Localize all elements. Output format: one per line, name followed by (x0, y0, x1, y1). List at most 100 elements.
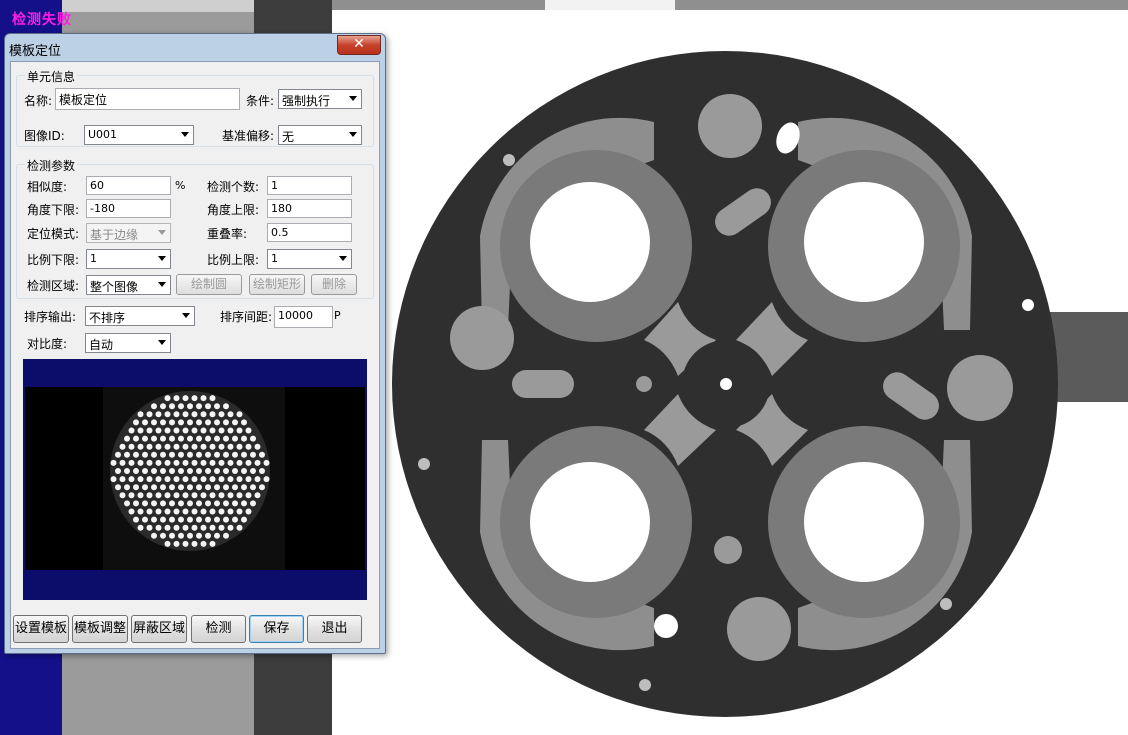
scale-min-label: 比例下限: (27, 253, 80, 267)
mode-label: 定位模式: (27, 227, 80, 241)
preview-dot (173, 411, 180, 418)
screw-4 (940, 598, 952, 610)
preview-dot (155, 492, 162, 499)
preview-dot (191, 427, 198, 434)
preview-dot (200, 459, 207, 466)
dialog-client: 单元信息 名称: 模板定位 条件: 强制执行 图像ID: U001 基准偏移: … (10, 61, 380, 649)
preview-dot (187, 500, 193, 507)
template-preview[interactable] (23, 359, 367, 600)
preview-dot (119, 443, 126, 450)
preview-dot (209, 459, 216, 466)
adjust-template-button[interactable]: 模板调整 (72, 615, 128, 643)
preview-dot (142, 451, 148, 458)
preview-dot (187, 468, 193, 474)
save-button[interactable]: 保存 (249, 615, 304, 643)
sort-select[interactable]: 不排序 (85, 306, 195, 326)
inspection-image (392, 51, 1128, 717)
preview-dot (205, 516, 211, 523)
name-field[interactable]: 模板定位 (55, 88, 240, 110)
sort-value: 不排序 (89, 311, 126, 325)
preview-dot (227, 508, 234, 515)
preview-dot (128, 476, 135, 483)
draw-rect-button[interactable]: 绘制矩形 (249, 274, 305, 295)
round-pad-top (698, 94, 762, 158)
chevron-down-icon (158, 282, 166, 287)
detect-button[interactable]: 检测 (191, 615, 246, 643)
preview-dot (241, 419, 247, 426)
preview-dot (209, 395, 216, 402)
preview-dot (245, 427, 252, 434)
mode-select: 基于边缘 (86, 223, 171, 243)
offset-select[interactable]: 无 (278, 125, 362, 145)
preview-dot (155, 459, 162, 466)
preview-dot (160, 500, 166, 507)
image-id-select[interactable]: U001 (84, 125, 194, 145)
similarity-field[interactable]: 60 (86, 176, 171, 195)
preview-dot (160, 468, 166, 474)
hole-br (804, 462, 924, 582)
dialog-titlebar[interactable]: 模板定位 ✕ (5, 34, 385, 60)
preview-dot (254, 476, 261, 483)
preview-dot (187, 516, 193, 523)
preview-dot (115, 468, 121, 474)
draw-circle-button[interactable]: 绘制圆 (176, 274, 242, 295)
preview-dot (223, 532, 229, 539)
name-label: 名称: (24, 94, 53, 108)
preview-dot (178, 451, 184, 458)
preview-dot (155, 524, 162, 531)
preview-dot (200, 427, 207, 434)
preview-dot (232, 516, 238, 523)
preview-dot (214, 468, 220, 474)
preview-dot (146, 427, 153, 434)
angle-max-field[interactable]: 180 (267, 199, 352, 218)
contrast-select[interactable]: 自动 (85, 333, 171, 353)
preview-dot (182, 427, 189, 434)
delete-button[interactable]: 删除 (311, 274, 357, 295)
region-select[interactable]: 整个图像 (86, 275, 171, 295)
preview-dot (146, 476, 153, 483)
preview-dot (196, 516, 202, 523)
preview-dot (164, 508, 171, 515)
preview-dot (205, 468, 211, 474)
sort-label: 排序输出: (24, 310, 77, 324)
sort-gap-field[interactable]: 10000 (274, 306, 333, 328)
scale-min-select[interactable]: 1 (86, 249, 171, 269)
preview-dot (227, 411, 234, 418)
condition-select[interactable]: 强制执行 (278, 89, 362, 109)
preview-dot (245, 443, 252, 450)
set-template-button[interactable]: 设置模板 (13, 615, 69, 643)
preview-dot (191, 459, 198, 466)
preview-dot (142, 500, 148, 507)
preview-dot (223, 419, 229, 426)
preview-dot (227, 427, 234, 434)
overlap-field[interactable]: 0.5 (267, 223, 352, 242)
preview-dot (241, 451, 247, 458)
close-button[interactable]: ✕ (337, 35, 381, 55)
preview-dot (128, 492, 135, 499)
preview-dot (196, 451, 202, 458)
preview-dot (236, 508, 243, 515)
scale-max-select[interactable]: 1 (267, 249, 352, 269)
preview-dot (223, 500, 229, 507)
preview-dot (196, 468, 202, 474)
mask-region-button[interactable]: 屏蔽区域 (131, 615, 187, 643)
preview-dot (146, 492, 153, 499)
preview-dot (151, 500, 157, 507)
preview-dot (115, 451, 121, 458)
preview-dot (173, 540, 180, 547)
exit-button[interactable]: 退出 (307, 615, 362, 643)
preview-dot (241, 516, 247, 523)
preview-dot (196, 403, 202, 410)
angle-min-field[interactable]: -180 (86, 199, 171, 218)
preview-dot (232, 468, 238, 474)
preview-dot (218, 411, 225, 418)
preview-dot (169, 500, 175, 507)
preview-dot (137, 427, 144, 434)
preview-dot (169, 484, 175, 491)
preview-dot (200, 492, 207, 499)
preview-dot (232, 500, 238, 507)
count-field[interactable]: 1 (267, 176, 352, 195)
preview-dot (124, 468, 130, 474)
preview-dot (241, 435, 247, 442)
scale-max-label: 比例上限: (207, 253, 260, 267)
